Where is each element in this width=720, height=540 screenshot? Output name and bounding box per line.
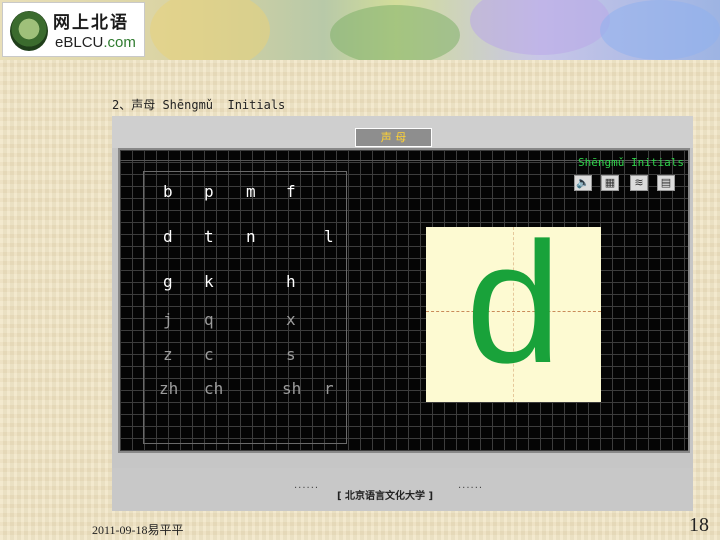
wave-icon[interactable]: ≋ [630, 175, 648, 191]
initial-letter-sh[interactable]: sh [282, 381, 301, 397]
logo-chinese-text: 网上北语 [53, 13, 129, 33]
initial-letter-t[interactable]: t [204, 229, 214, 245]
site-logo[interactable]: 网上北语 eBLCU.com [2, 2, 145, 57]
initial-letter-j[interactable]: j [163, 312, 173, 328]
initial-letter-c[interactable]: c [204, 347, 214, 363]
initial-letter-r[interactable]: r [324, 381, 334, 397]
board-caption: Shēngmǔ Initials [578, 156, 684, 169]
initial-letter-l[interactable]: l [324, 229, 334, 245]
initial-letter-zh[interactable]: zh [159, 381, 178, 397]
footer-institution: [ 北京语言文化大学 ] [337, 491, 434, 502]
decor-blob [470, 0, 610, 55]
decor-blob [330, 5, 460, 60]
logo-english-text: eBLCU.com [55, 34, 136, 51]
slide-title: 2、声母 Shēngmǔ Initials [112, 98, 286, 112]
footer-dots-right: ······ [458, 483, 484, 494]
letters-panel [143, 171, 347, 444]
initial-letter-d[interactable]: d [163, 229, 173, 245]
decor-blob [600, 0, 720, 60]
slide-date: 2011-09-18易平平 [92, 523, 184, 537]
initial-letter-z[interactable]: z [163, 347, 173, 363]
featured-letter: d [465, 207, 562, 399]
initial-letter-k[interactable]: k [204, 274, 214, 290]
initial-letter-s[interactable]: s [286, 347, 296, 363]
tab-shengmu[interactable]: 声 母 [355, 128, 432, 147]
initial-letter-g[interactable]: g [163, 274, 173, 290]
footer-dots-left: ······ [294, 483, 320, 494]
speaker-icon[interactable]: 🔈 [574, 175, 592, 191]
grid-icon[interactable]: ▤ [657, 175, 675, 191]
page-number: 18 [689, 514, 709, 536]
initials-app-window: 声 母 Shēngmǔ Initials 🔈 ▦ ≋ ▤ d b p m f d t n l g… [112, 116, 693, 511]
initial-letter-f[interactable]: f [286, 184, 296, 200]
initial-letter-b[interactable]: b [163, 184, 173, 200]
initial-letter-m[interactable]: m [246, 184, 256, 200]
initial-letter-x[interactable]: x [286, 312, 296, 328]
letter-board: Shēngmǔ Initials 🔈 ▦ ≋ ▤ d b p m f d t n l g k h j q… [118, 148, 690, 453]
initial-letter-ch[interactable]: ch [204, 381, 223, 397]
app-top-bar: 声 母 [112, 116, 693, 148]
featured-letter-card: d [426, 207, 601, 402]
emblem-icon [10, 11, 48, 51]
app-footer: ······ [ 北京语言文化大学 ] ······ [112, 468, 693, 511]
card-icon[interactable]: ▦ [601, 175, 619, 191]
initial-letter-q[interactable]: q [204, 312, 214, 328]
initial-letter-n[interactable]: n [246, 229, 256, 245]
decor-blob [150, 0, 270, 60]
initial-letter-h[interactable]: h [286, 274, 296, 290]
initial-letter-p[interactable]: p [204, 184, 214, 200]
header-banner: 网上北语 eBLCU.com [0, 0, 720, 60]
